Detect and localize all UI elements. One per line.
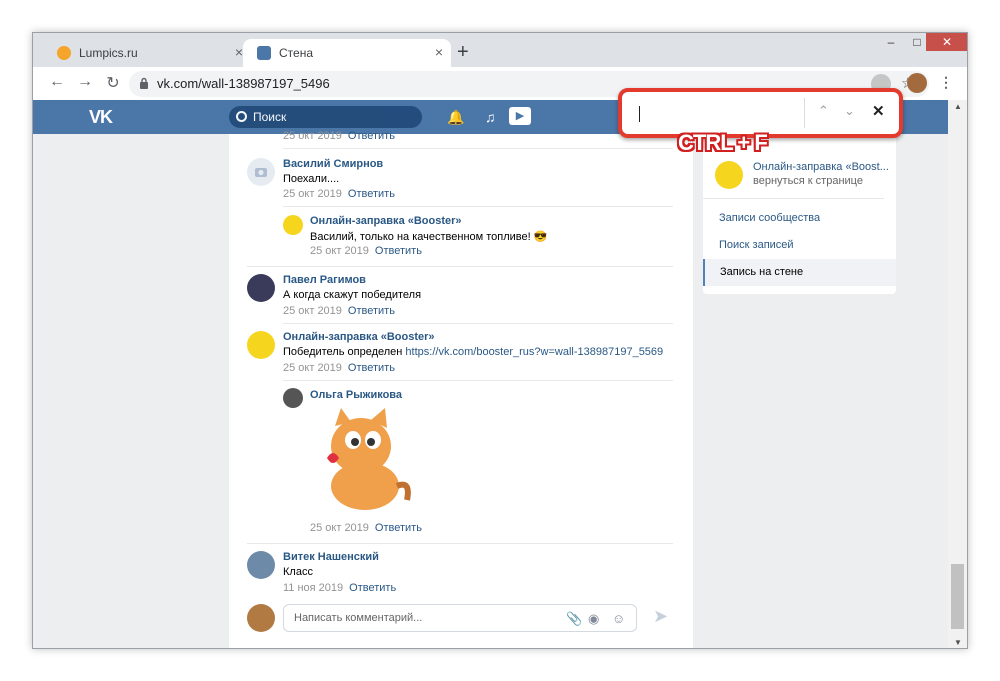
close-window-button[interactable]: ✕ (926, 33, 967, 51)
right-column: Онлайн-заправка «Boost... вернуться к ст… (703, 134, 896, 294)
bell-icon[interactable]: 🔔 (447, 109, 464, 126)
reply-link[interactable]: Ответить (348, 305, 395, 317)
scrollbar-thumb[interactable] (951, 564, 964, 629)
forward-arrow-icon[interactable]: → (75, 73, 95, 91)
profile-avatar[interactable] (907, 73, 927, 93)
divider (283, 380, 673, 381)
find-input[interactable] (639, 106, 640, 122)
find-prev-icon[interactable]: ⌃ (818, 103, 829, 119)
divider (703, 198, 884, 199)
scroll-up-arrow-icon[interactable]: ▲ (954, 102, 962, 111)
tab-strip: Lumpics.ru × Стена × + – □ ✕ (33, 33, 967, 67)
winner-link[interactable]: https://vk.com/booster_rus?w=wall-138987… (405, 346, 663, 358)
send-icon[interactable]: ➤ (653, 606, 668, 627)
back-to-page-link[interactable]: вернуться к странице (753, 175, 863, 187)
comment-text: Василий, только на качественном топливе!… (310, 231, 548, 243)
tab-close-icon[interactable]: × (235, 44, 243, 60)
comment-author[interactable]: Витек Нашенский (283, 551, 379, 563)
wall-post-active-item[interactable]: Запись на стене (703, 259, 896, 286)
comments-feed: 25 окт 2019 Ответить Василий Смирнов Поех… (229, 130, 693, 648)
vk-logo[interactable]: VK (89, 107, 113, 128)
tab-wall[interactable]: Стена × (243, 39, 451, 67)
comment-text: А когда скажут победителя (283, 289, 422, 301)
comment-meta: 25 окт 2019 Ответить (283, 130, 395, 142)
cat-sticker-image (327, 408, 411, 510)
comment-author[interactable]: Павел Рагимов (283, 274, 366, 286)
comment-meta: 11 ноя 2019 Ответить (283, 582, 397, 594)
comment-meta: 25 окт 2019 Ответить (310, 522, 422, 534)
search-icon (236, 111, 247, 122)
reply-link[interactable]: Ответить (348, 188, 395, 200)
shortcut-annotation: CTRL + F (678, 130, 768, 155)
reload-icon[interactable]: ↻ (103, 73, 123, 93)
group-avatar[interactable] (715, 161, 743, 189)
emoji-icon[interactable]: ☺ (612, 611, 625, 626)
comment-author[interactable]: Онлайн-заправка «Booster» (283, 331, 435, 343)
comment-meta: 25 окт 2019 Ответить (283, 305, 395, 317)
tab-title: Lumpics.ru (79, 46, 138, 60)
divider (283, 148, 673, 149)
avatar-pavel[interactable] (247, 274, 275, 302)
comment-placeholder: Написать комментарий... (294, 612, 423, 624)
find-next-icon[interactable]: ⌄ (844, 103, 855, 119)
search-posts-link[interactable]: Поиск записей (719, 239, 794, 251)
comment-author[interactable]: Ольга Рыжикова (310, 389, 402, 401)
new-tab-button[interactable]: + (457, 41, 469, 64)
comment-author[interactable]: Василий Смирнов (283, 158, 383, 170)
tab-close-icon[interactable]: × (435, 44, 443, 60)
comment-text: Класс (283, 566, 313, 578)
url-text: vk.com/wall-138987197_5496 (157, 76, 330, 91)
group-name-link[interactable]: Онлайн-заправка «Boost... (753, 161, 889, 173)
find-close-icon[interactable]: ✕ (872, 102, 885, 120)
comment-meta: 25 окт 2019 Ответить (283, 362, 395, 374)
comment-text: Победитель определен https://vk.com/boos… (283, 346, 664, 358)
play-icon[interactable]: ▶ (509, 107, 531, 125)
reply-link[interactable]: Ответить (349, 582, 396, 594)
comment-meta: 25 окт 2019 Ответить (310, 245, 422, 257)
avatar-olga[interactable] (283, 388, 303, 408)
reply-link[interactable]: Ответить (348, 362, 395, 374)
community-posts-link[interactable]: Записи сообщества (719, 212, 820, 224)
lock-icon (140, 77, 148, 89)
search-placeholder: Поиск (253, 110, 287, 124)
comment-author[interactable]: Онлайн-заправка «Booster» (310, 215, 462, 227)
reply-link[interactable]: Ответить (375, 522, 422, 534)
avatar-booster[interactable] (247, 331, 275, 359)
find-divider (804, 98, 805, 128)
back-arrow-icon[interactable]: ← (47, 73, 67, 91)
lumpics-favicon-icon (57, 46, 71, 60)
tab-title: Стена (279, 46, 314, 60)
comment-meta: 25 окт 2019 Ответить (283, 188, 395, 200)
active-link-label: Запись на стене (720, 266, 804, 278)
page-viewport: VK Поиск 🔔 ♫ ▶ 25 окт 2019 Ответить Васил… (33, 100, 967, 648)
tab-lumpics[interactable]: Lumpics.ru × (43, 39, 251, 67)
divider (247, 266, 673, 267)
reply-link[interactable]: Ответить (348, 130, 395, 142)
current-user-avatar[interactable] (247, 604, 275, 632)
avatar-camera[interactable] (247, 158, 275, 186)
menu-icon[interactable]: ⋮ (939, 74, 953, 91)
avatar-booster[interactable] (283, 215, 303, 235)
comment-text: Поехали.... (283, 173, 340, 185)
divider (283, 206, 673, 207)
scroll-down-arrow-icon[interactable]: ▼ (954, 638, 962, 647)
music-icon[interactable]: ♫ (485, 109, 496, 125)
avatar-vitek[interactable] (247, 551, 275, 579)
vk-favicon-icon (257, 46, 271, 60)
attach-icon[interactable]: 📎 (566, 611, 582, 627)
divider (283, 323, 673, 324)
comment-input[interactable]: Написать комментарий... 📎 ◉ ☺ (283, 604, 637, 632)
vk-search-input[interactable]: Поиск (229, 106, 422, 128)
camera-icon[interactable]: ◉ (588, 611, 599, 627)
divider (247, 543, 673, 544)
reply-link[interactable]: Ответить (375, 245, 422, 257)
page-scrollbar[interactable]: ▲ ▼ (948, 100, 967, 648)
minimize-button[interactable]: – (877, 33, 905, 51)
